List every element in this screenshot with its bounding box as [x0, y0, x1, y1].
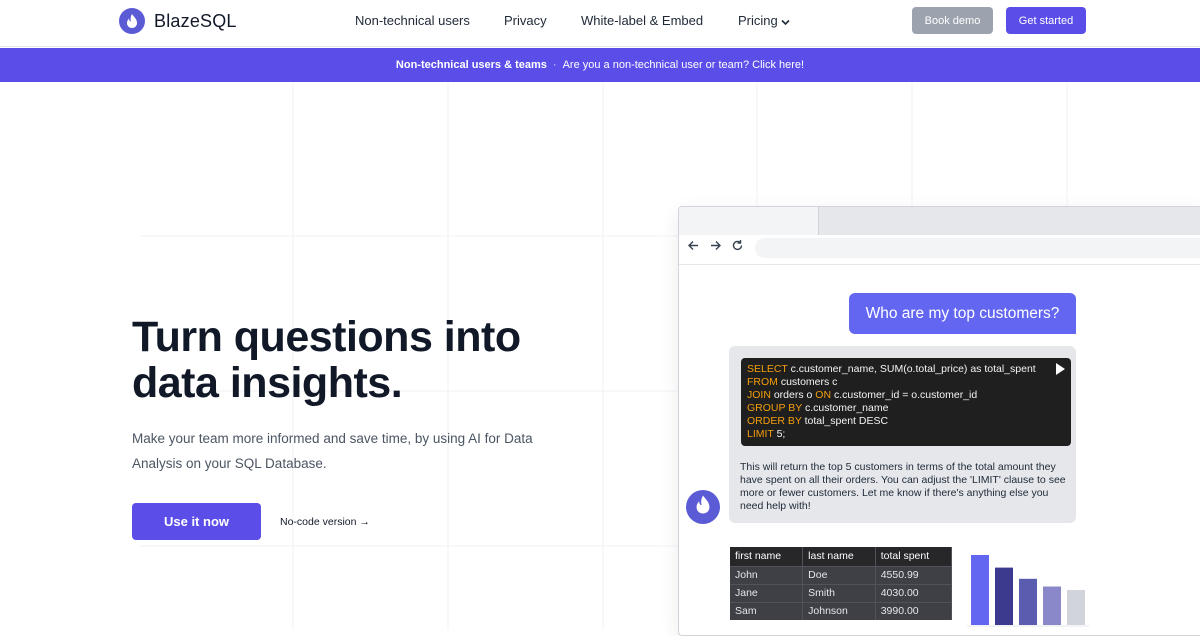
chart-bar — [1019, 578, 1037, 625]
flame-icon — [119, 8, 145, 34]
hero-subtitle: Make your team more informed and save ti… — [132, 431, 533, 471]
table-cell: Smith — [802, 583, 876, 602]
table-cell: Johnson — [802, 601, 876, 620]
code-keyword: GROUP BY — [747, 402, 803, 414]
browser-toolbar — [679, 235, 1200, 265]
table-row: Sam Johnson 3990.00 — [730, 601, 953, 620]
no-code-version-link[interactable]: No-code version → — [280, 516, 370, 528]
chart-bar — [995, 567, 1013, 625]
assistant-answer-text: This will return the top 5 customers in … — [740, 461, 1066, 512]
code-keyword: SELECT — [747, 363, 788, 375]
browser-tab-bar — [679, 207, 1200, 235]
banner-separator: · — [552, 59, 557, 71]
user-question-bubble: Who are my top customers? — [849, 293, 1076, 334]
hero-title-line-2: data insights. — [132, 359, 403, 407]
code-text: orders o — [770, 389, 816, 401]
nav-link-pricing[interactable]: Pricing — [738, 13, 790, 29]
code-line: LIMIT 5; — [747, 428, 1065, 441]
table-cell: 3990.00 — [875, 601, 953, 620]
code-text: c.customer_name, SUM(o.total_price) as t… — [787, 363, 1036, 375]
browser-tab — [679, 207, 819, 235]
nav-link-privacy[interactable]: Privacy — [504, 13, 547, 28]
chart-bar — [1067, 590, 1085, 625]
address-bar — [755, 238, 1200, 258]
nav-link-pricing-label: Pricing — [738, 13, 778, 28]
column-header: last name — [802, 547, 876, 566]
table-cell: Sam — [730, 601, 804, 620]
forward-arrow-icon — [709, 239, 722, 255]
results-bar-chart — [967, 555, 1089, 627]
code-line: SELECT c.customer_name, SUM(o.total_pric… — [747, 363, 1065, 376]
top-navbar: BlazeSQL Non-technical users Privacy Whi… — [0, 0, 1200, 47]
table-cell: Doe — [802, 565, 876, 584]
column-header: first name — [730, 547, 804, 566]
brand-name: BlazeSQL — [154, 10, 237, 31]
code-keyword: ORDER BY — [747, 415, 802, 427]
sql-code-block: SELECT c.customer_name, SUM(o.total_pric… — [741, 358, 1071, 446]
flame-icon — [694, 494, 712, 520]
code-text: 5; — [773, 428, 786, 440]
code-text: total_spent DESC — [801, 415, 889, 427]
table-cell: 4030.00 — [875, 583, 953, 602]
nav-link-non-technical-users[interactable]: Non-technical users — [355, 13, 470, 28]
assistant-avatar — [686, 490, 720, 524]
nav-link-white-label[interactable]: White-label & Embed — [581, 13, 703, 28]
code-text: customers c — [777, 376, 838, 388]
table-cell: John — [730, 565, 804, 584]
table-cell: 4550.99 — [875, 565, 953, 584]
brand-logo[interactable]: BlazeSQL — [119, 8, 237, 34]
hero-title-line-1: Turn questions into — [132, 313, 521, 361]
get-started-button[interactable]: Get started — [1006, 7, 1086, 34]
play-icon[interactable] — [1056, 363, 1065, 375]
code-text: c.customer_id = o.customer_id — [831, 389, 978, 401]
code-keyword: FROM — [747, 376, 778, 388]
results-table: first name last name total spent John Do… — [730, 547, 953, 620]
book-demo-button[interactable]: Book demo — [912, 7, 993, 34]
code-line: JOIN orders o ON c.customer_id = o.custo… — [747, 389, 1065, 402]
code-keyword: LIMIT — [747, 428, 774, 440]
code-line: GROUP BY c.customer_name — [747, 402, 1065, 415]
use-it-now-button[interactable]: Use it now — [132, 503, 261, 540]
table-row: John Doe 4550.99 — [730, 565, 953, 584]
back-arrow-icon — [687, 239, 700, 255]
chart-bar — [1043, 586, 1061, 625]
chart-bar — [971, 555, 989, 625]
banner-strong-text: Non-technical users & teams — [395, 59, 547, 71]
code-keyword: JOIN — [747, 389, 771, 401]
announcement-banner[interactable]: Non-technical users & teams · Are you a … — [0, 48, 1200, 82]
chevron-down-icon — [781, 14, 790, 29]
column-header: total spent — [875, 547, 953, 566]
code-line: ORDER BY total_spent DESC — [747, 415, 1065, 428]
table-header-row: first name last name total spent — [730, 547, 953, 566]
hero-title: Turn questions into data insights. — [132, 314, 592, 406]
banner-text: Are you a non-technical user or team? Cl… — [562, 59, 805, 71]
code-line: FROM customers c — [747, 376, 1065, 389]
code-text: c.customer_name — [802, 402, 889, 414]
table-cell: Jane — [730, 583, 804, 602]
reload-icon — [731, 239, 744, 255]
code-keyword: ON — [815, 389, 832, 401]
browser-mockup: Who are my top customers? SELECT c.custo… — [678, 206, 1200, 636]
table-row: Jane Smith 4030.00 — [730, 583, 953, 602]
